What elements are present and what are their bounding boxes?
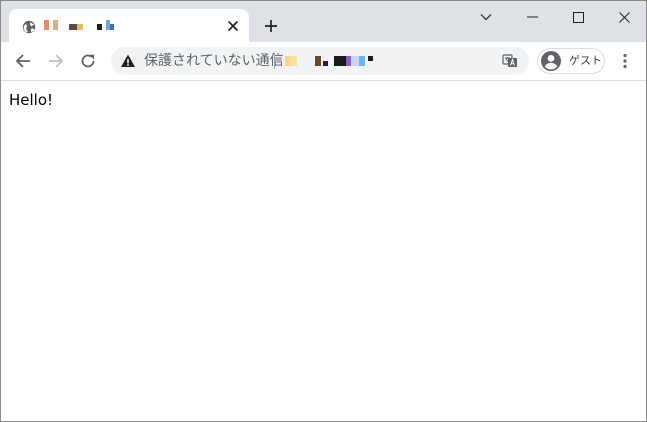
tab-title-pixel <box>97 24 102 30</box>
arrow-left-icon[interactable] <box>10 48 36 74</box>
url-pixel <box>368 56 373 61</box>
close-icon[interactable] <box>225 18 241 34</box>
tab-title-pixel <box>69 24 77 30</box>
translate-icon[interactable] <box>502 53 518 69</box>
maximize-icon[interactable] <box>555 1 601 33</box>
plus-icon[interactable] <box>260 15 282 37</box>
toolbar: 保護されていない通信 ゲスト <box>1 42 646 81</box>
url-pixel <box>315 56 321 66</box>
security-status-label[interactable]: 保護されていない通信 <box>144 54 284 68</box>
tab-title-pixel <box>44 20 49 30</box>
tab-title-pixel <box>110 24 114 30</box>
url-pixel <box>291 56 297 66</box>
url-pixel <box>323 61 328 66</box>
profile-button[interactable]: ゲスト <box>537 48 605 74</box>
address-bar[interactable]: 保護されていない通信 <box>111 47 529 75</box>
globe-icon <box>22 19 36 34</box>
reload-icon[interactable] <box>75 48 101 74</box>
tab-active[interactable] <box>9 9 249 42</box>
kebab-menu-icon[interactable] <box>615 48 635 74</box>
tab-strip <box>1 1 646 42</box>
browser-window: 保護されていない通信 ゲスト Hello! <box>0 0 647 422</box>
url-pixel <box>351 56 359 66</box>
url-pixel <box>359 56 365 66</box>
url-pixel <box>334 56 346 66</box>
profile-label: ゲスト <box>569 54 602 67</box>
tab-title-pixel <box>53 20 58 30</box>
close-window-icon[interactable] <box>601 1 646 33</box>
chevron-down-icon[interactable] <box>463 1 509 33</box>
url-pixelated[interactable] <box>285 56 380 68</box>
warning-icon[interactable] <box>120 53 136 69</box>
omnibox-separator <box>274 53 275 69</box>
page-content: Hello! <box>1 81 646 421</box>
minimize-icon[interactable] <box>509 1 555 33</box>
tab-title-pixelated <box>44 20 134 32</box>
page-text: Hello! <box>9 91 54 109</box>
account-icon <box>540 50 562 72</box>
tab-title-pixel <box>77 24 83 30</box>
arrow-right-icon[interactable] <box>43 48 69 74</box>
